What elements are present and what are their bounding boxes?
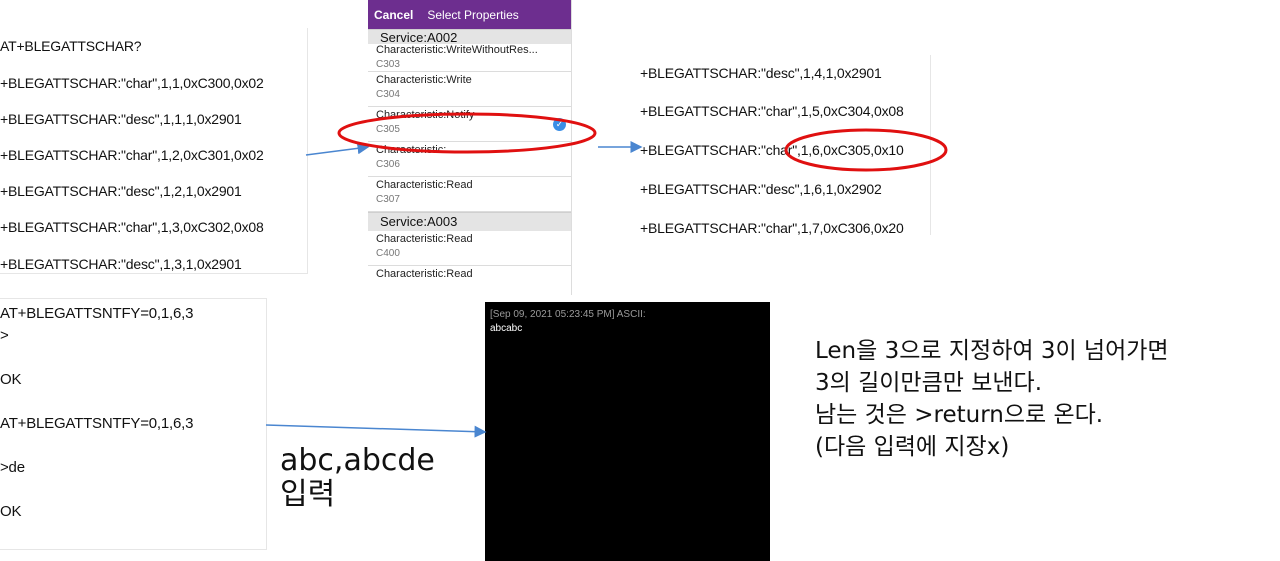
annotation-overlay	[265, 112, 948, 438]
arrow-terminal-to-phone	[305, 142, 370, 156]
arrow-input-to-console	[265, 424, 487, 438]
highlight-c305-ellipse	[784, 128, 948, 172]
highlight-notify-ellipse	[337, 112, 597, 154]
